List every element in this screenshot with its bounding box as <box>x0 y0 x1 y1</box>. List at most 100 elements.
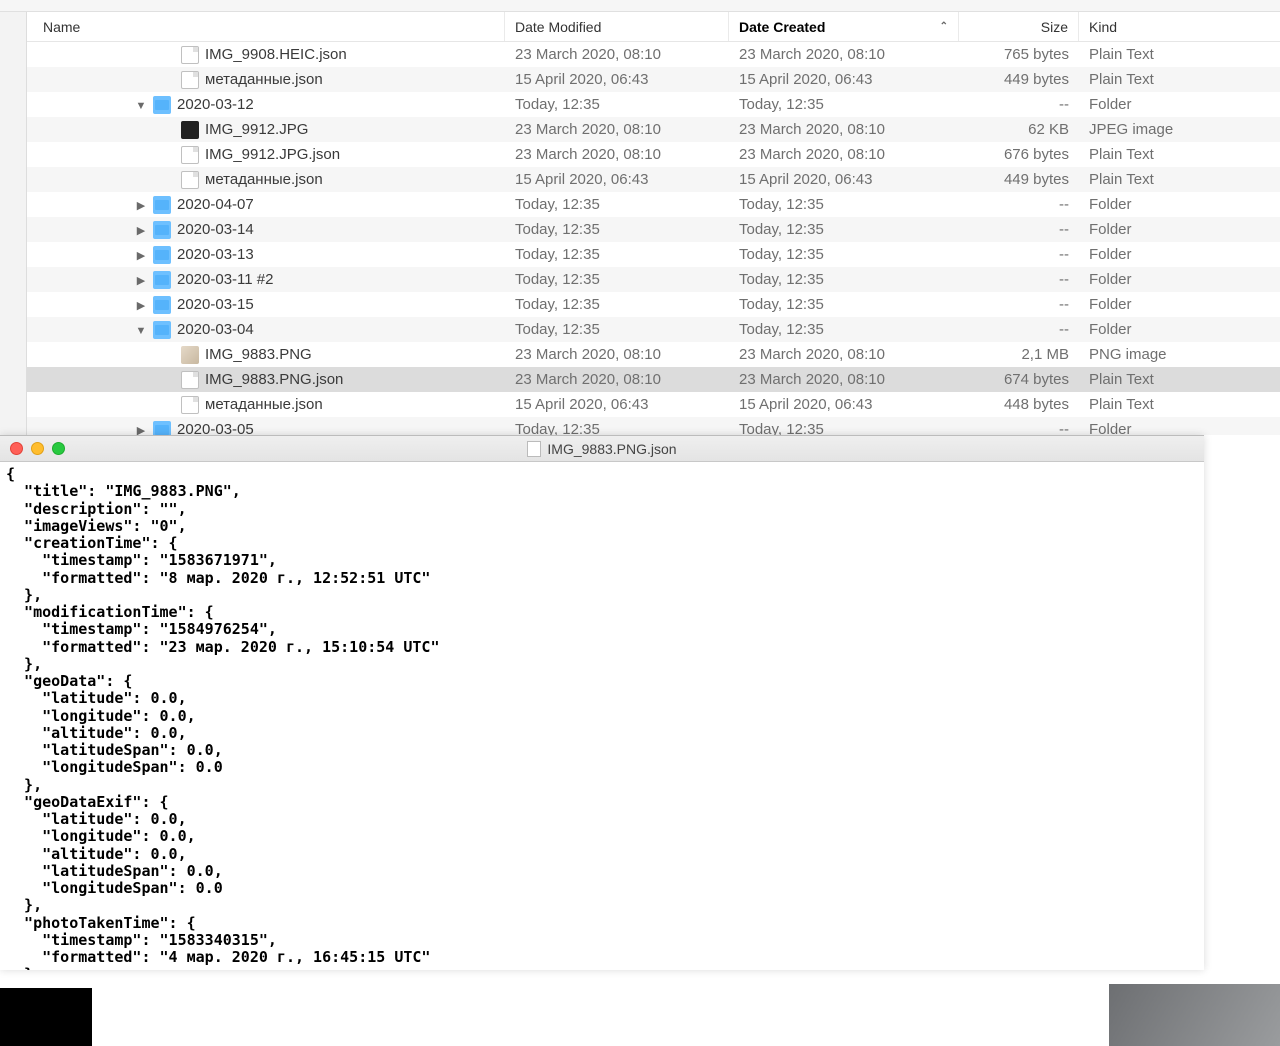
cell-datecreated: Today, 12:35 <box>729 96 959 113</box>
viewer-content[interactable]: { "title": "IMG_9883.PNG", "description"… <box>0 462 1204 970</box>
folder-icon <box>153 296 171 314</box>
file-row[interactable]: метаданные.json15 April 2020, 06:4315 Ap… <box>27 167 1280 192</box>
file-row[interactable]: ▶2020-03-14Today, 12:35Today, 12:35--Fol… <box>27 217 1280 242</box>
file-name-cell: IMG_9912.JPG <box>27 121 505 139</box>
file-name: 2020-03-04 <box>177 321 254 338</box>
cell-kind: Folder <box>1079 96 1280 113</box>
cell-kind: Plain Text <box>1079 71 1280 88</box>
file-row[interactable]: ▼2020-03-12Today, 12:35Today, 12:35--Fol… <box>27 92 1280 117</box>
file-row[interactable]: ▶2020-03-05Today, 12:35Today, 12:35--Fol… <box>27 417 1280 435</box>
cell-datemod: 23 March 2020, 08:10 <box>505 146 729 163</box>
cell-datecreated: 23 March 2020, 08:10 <box>729 146 959 163</box>
cell-datemod: 15 April 2020, 06:43 <box>505 71 729 88</box>
column-header-date-modified[interactable]: Date Modified <box>505 12 729 41</box>
file-row[interactable]: IMG_9912.JPG23 March 2020, 08:1023 March… <box>27 117 1280 142</box>
doc-icon <box>181 371 199 389</box>
cell-datemod: 23 March 2020, 08:10 <box>505 371 729 388</box>
cell-datemod: Today, 12:35 <box>505 271 729 288</box>
cell-kind: Folder <box>1079 221 1280 238</box>
file-row[interactable]: IMG_9912.JPG.json23 March 2020, 08:1023 … <box>27 142 1280 167</box>
file-name: метаданные.json <box>205 171 323 188</box>
finder-window: Name Date Modified Date Created ⌃ Size K… <box>0 12 1280 435</box>
file-name: 2020-04-07 <box>177 196 254 213</box>
column-header-date-created[interactable]: Date Created ⌃ <box>729 12 959 41</box>
cell-kind: PNG image <box>1079 346 1280 363</box>
file-name: 2020-03-12 <box>177 96 254 113</box>
viewer-title: IMG_9883.PNG.json <box>0 441 1204 457</box>
folder-icon <box>153 246 171 264</box>
disclosure-down-icon[interactable]: ▼ <box>135 100 147 112</box>
file-row[interactable]: метаданные.json15 April 2020, 06:4315 Ap… <box>27 392 1280 417</box>
doc-icon <box>181 46 199 64</box>
finder-sidebar[interactable] <box>0 12 27 435</box>
cell-kind: Plain Text <box>1079 171 1280 188</box>
file-row[interactable]: ▶2020-03-15Today, 12:35Today, 12:35--Fol… <box>27 292 1280 317</box>
cell-datemod: Today, 12:35 <box>505 246 729 263</box>
cell-size: 448 bytes <box>959 396 1079 413</box>
cell-datecreated: 23 March 2020, 08:10 <box>729 371 959 388</box>
column-header-name[interactable]: Name <box>27 12 505 41</box>
png-icon <box>181 346 199 364</box>
file-name: IMG_9883.PNG.json <box>205 371 343 388</box>
disclosure-down-icon[interactable]: ▼ <box>135 325 147 337</box>
cell-size: -- <box>959 221 1079 238</box>
cell-kind: Folder <box>1079 196 1280 213</box>
cell-datecreated: Today, 12:35 <box>729 246 959 263</box>
file-name-cell: IMG_9883.PNG.json <box>27 371 505 389</box>
file-name-cell: ▶ 2020-03-05 <box>27 421 505 436</box>
cell-size: 2,1 MB <box>959 346 1079 363</box>
cell-kind: Folder <box>1079 271 1280 288</box>
file-name-cell: ▶2020-03-14 <box>27 221 505 239</box>
disclosure-right-icon[interactable]: ▶ <box>135 300 147 312</box>
cell-datemod: Today, 12:35 <box>505 321 729 338</box>
file-row[interactable]: IMG_9883.PNG.json 23 March 2020, 08:1023 … <box>27 367 1280 392</box>
dock-fragment <box>0 988 92 1046</box>
file-row[interactable]: IMG_9883.PNG23 March 2020, 08:1023 March… <box>27 342 1280 367</box>
disclosure-right-icon[interactable]: ▶ <box>135 425 147 436</box>
cell-kind: Folder <box>1079 246 1280 263</box>
folder-icon <box>153 221 171 239</box>
cell-size: 449 bytes <box>959 71 1079 88</box>
disclosure-right-icon[interactable]: ▶ <box>135 200 147 212</box>
file-row[interactable]: ▶2020-03-11 #2Today, 12:35Today, 12:35--… <box>27 267 1280 292</box>
cell-size: -- <box>959 296 1079 313</box>
text-viewer-window: IMG_9883.PNG.json { "title": "IMG_9883.P… <box>0 435 1204 970</box>
file-name: IMG_9912.JPG <box>205 121 308 138</box>
doc-icon <box>181 71 199 89</box>
disclosure-right-icon[interactable]: ▶ <box>135 225 147 237</box>
file-name-cell: ▶2020-03-15 <box>27 296 505 314</box>
thumbnail-fragment <box>1109 984 1280 1046</box>
column-headers: Name Date Modified Date Created ⌃ Size K… <box>27 12 1280 42</box>
folder-icon <box>153 196 171 214</box>
disclosure-right-icon[interactable]: ▶ <box>135 250 147 262</box>
cell-datemod: 15 April 2020, 06:43 <box>505 396 729 413</box>
cell-size: 676 bytes <box>959 146 1079 163</box>
cell-size: -- <box>959 96 1079 113</box>
file-name-cell: метаданные.json <box>27 396 505 414</box>
file-name-cell: ▶2020-03-11 #2 <box>27 271 505 289</box>
viewer-titlebar[interactable]: IMG_9883.PNG.json <box>0 436 1204 462</box>
file-row[interactable]: ▶2020-04-07Today, 12:35Today, 12:35--Fol… <box>27 192 1280 217</box>
cell-datecreated: Today, 12:35 <box>729 221 959 238</box>
file-row[interactable]: IMG_9908.HEIC.json23 March 2020, 08:1023… <box>27 42 1280 67</box>
cell-kind: Plain Text <box>1079 46 1280 63</box>
finder-toolbar <box>0 0 1280 12</box>
column-header-size[interactable]: Size <box>959 12 1079 41</box>
file-row[interactable]: ▼2020-03-04Today, 12:35Today, 12:35--Fol… <box>27 317 1280 342</box>
disclosure-right-icon[interactable]: ▶ <box>135 275 147 287</box>
cell-datecreated: Today, 12:35 <box>729 196 959 213</box>
folder-icon <box>153 96 171 114</box>
folder-icon <box>153 421 171 436</box>
file-name: IMG_9908.HEIC.json <box>205 46 347 63</box>
column-header-kind[interactable]: Kind <box>1079 12 1280 41</box>
cell-datemod: 23 March 2020, 08:10 <box>505 46 729 63</box>
cell-kind: Folder <box>1079 321 1280 338</box>
file-name: 2020-03-05 <box>177 421 254 435</box>
file-row[interactable]: метаданные.json15 April 2020, 06:4315 Ap… <box>27 67 1280 92</box>
file-row[interactable]: ▶2020-03-13Today, 12:35Today, 12:35--Fol… <box>27 242 1280 267</box>
cell-datemod: Today, 12:35 <box>505 96 729 113</box>
cell-datemod: 23 March 2020, 08:10 <box>505 121 729 138</box>
cell-datecreated: Today, 12:35 <box>729 321 959 338</box>
cell-size: 449 bytes <box>959 171 1079 188</box>
cell-size: 62 KB <box>959 121 1079 138</box>
